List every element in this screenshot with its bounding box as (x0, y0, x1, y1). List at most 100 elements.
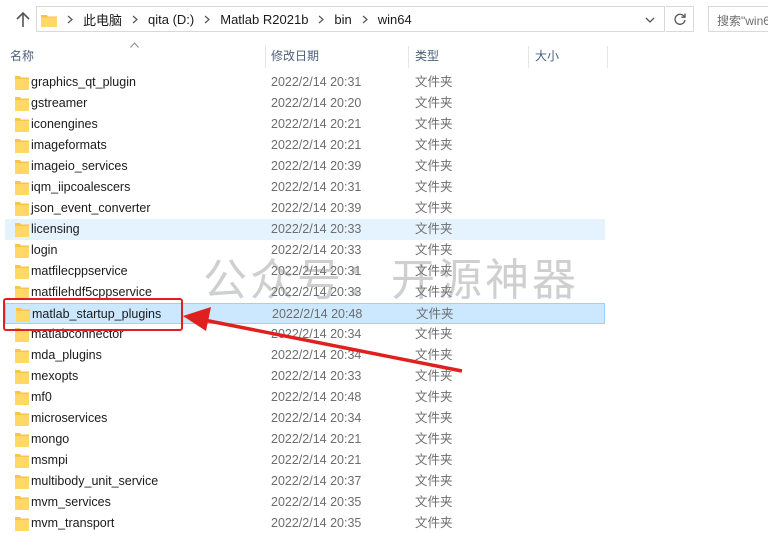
file-modified-date: 2022/2/14 20:35 (271, 516, 362, 530)
file-list-row[interactable]: microservices 2022/2/14 20:34 文件夹 (5, 408, 605, 429)
breadcrumb-item[interactable]: qita (D:) (142, 12, 200, 27)
file-name: iqm_iipcoalescers (31, 180, 131, 194)
file-list-row[interactable]: multibody_unit_service 2022/2/14 20:37 文件夹 (5, 471, 605, 492)
file-name: mda_plugins (31, 348, 102, 362)
file-list-row[interactable]: mf0 2022/2/14 20:48 文件夹 (5, 387, 605, 408)
file-name: json_event_converter (31, 201, 151, 215)
column-header-date[interactable]: 修改日期 (271, 42, 319, 70)
file-type: 文件夹 (415, 222, 453, 236)
chevron-right-icon[interactable] (358, 15, 372, 24)
breadcrumb-item[interactable]: bin (328, 12, 357, 27)
file-type: 文件夹 (415, 96, 453, 110)
refresh-icon[interactable] (666, 6, 694, 32)
file-list-row[interactable]: mongo 2022/2/14 20:21 文件夹 (5, 429, 605, 450)
file-list-row[interactable]: mvm_transport 2022/2/14 20:35 文件夹 (5, 513, 605, 534)
file-name: mvm_services (31, 495, 111, 509)
file-list-row[interactable]: mvm_services 2022/2/14 20:35 文件夹 (5, 492, 605, 513)
file-type: 文件夹 (415, 117, 453, 131)
file-type: 文件夹 (415, 495, 453, 509)
folder-icon (15, 223, 29, 237)
column-divider[interactable] (528, 46, 529, 68)
breadcrumb-item[interactable]: Matlab R2021b (214, 12, 314, 27)
folder-icon (15, 139, 29, 153)
file-list-row[interactable]: graphics_qt_plugin 2022/2/14 20:31 文件夹 (5, 72, 605, 93)
folder-icon (15, 244, 29, 258)
sort-ascending-icon (130, 42, 139, 48)
folder-icon (15, 475, 29, 489)
folder-icon (15, 160, 29, 174)
file-type: 文件夹 (415, 369, 453, 383)
file-type: 文件夹 (415, 516, 453, 530)
file-name: iconengines (31, 117, 98, 131)
file-name: licensing (31, 222, 80, 236)
file-modified-date: 2022/2/14 20:33 (271, 369, 362, 383)
file-list-row[interactable]: json_event_converter 2022/2/14 20:39 文件夹 (5, 198, 605, 219)
folder-icon (15, 118, 29, 132)
file-type: 文件夹 (415, 474, 453, 488)
file-list-row[interactable]: msmpi 2022/2/14 20:21 文件夹 (5, 450, 605, 471)
up-arrow-icon[interactable] (12, 9, 34, 31)
folder-icon (15, 76, 29, 90)
file-type: 文件夹 (415, 411, 453, 425)
file-list-row[interactable]: imageio_services 2022/2/14 20:39 文件夹 (5, 156, 605, 177)
file-modified-date: 2022/2/14 20:33 (271, 222, 362, 236)
chevron-right-icon[interactable] (314, 15, 328, 24)
folder-icon (15, 181, 29, 195)
chevron-right-icon[interactable] (128, 15, 142, 24)
folder-icon (41, 13, 57, 27)
file-modified-date: 2022/2/14 20:21 (271, 138, 362, 152)
folder-icon (15, 391, 29, 405)
file-modified-date: 2022/2/14 20:31 (271, 75, 362, 89)
folder-icon (15, 349, 29, 363)
column-divider[interactable] (408, 46, 409, 68)
file-name: matfilecppservice (31, 264, 128, 278)
file-list-row[interactable]: mda_plugins 2022/2/14 20:34 文件夹 (5, 345, 605, 366)
folder-icon (15, 412, 29, 426)
watermark-text: 公众号：开源神器 (203, 255, 579, 306)
file-type: 文件夹 (415, 327, 453, 341)
file-name: mongo (31, 432, 70, 446)
highlight-annotation-box (3, 298, 183, 331)
column-header: 名称 修改日期 类型 大小 (0, 42, 768, 70)
file-name: msmpi (31, 453, 68, 467)
breadcrumb: 此电脑 qita (D:) Matlab R2021b bin win64 (63, 10, 418, 29)
file-list-row[interactable]: licensing 2022/2/14 20:33 文件夹 (5, 219, 605, 240)
file-type: 文件夹 (415, 453, 453, 467)
file-list-row[interactable]: mexopts 2022/2/14 20:33 文件夹 (5, 366, 605, 387)
file-modified-date: 2022/2/14 20:35 (271, 495, 362, 509)
file-name: login (31, 243, 58, 257)
file-type: 文件夹 (415, 432, 453, 446)
file-type: 文件夹 (415, 201, 453, 215)
breadcrumb-item[interactable]: 此电脑 (77, 10, 128, 29)
file-name: multibody_unit_service (31, 474, 159, 488)
file-modified-date: 2022/2/14 20:34 (271, 411, 362, 425)
chevron-right-icon[interactable] (63, 15, 77, 24)
file-list-row[interactable]: iqm_iipcoalescers 2022/2/14 20:31 文件夹 (5, 177, 605, 198)
file-name: gstreamer (31, 96, 88, 110)
file-type: 文件夹 (415, 390, 453, 404)
file-list-row[interactable]: imageformats 2022/2/14 20:21 文件夹 (5, 135, 605, 156)
column-header-name[interactable]: 名称 (10, 42, 34, 70)
file-list-row[interactable]: iconengines 2022/2/14 20:21 文件夹 (5, 114, 605, 135)
file-list-row[interactable]: gstreamer 2022/2/14 20:20 文件夹 (5, 93, 605, 114)
column-header-type[interactable]: 类型 (415, 42, 439, 70)
breadcrumb-item[interactable]: win64 (372, 12, 418, 27)
file-name: mexopts (31, 369, 79, 383)
file-modified-date: 2022/2/14 20:37 (271, 474, 362, 488)
file-modified-date: 2022/2/14 20:21 (271, 453, 362, 467)
file-type: 文件夹 (415, 348, 453, 362)
chevron-right-icon[interactable] (200, 15, 214, 24)
column-header-size[interactable]: 大小 (535, 42, 559, 70)
column-divider[interactable] (607, 46, 608, 68)
chevron-down-icon[interactable] (644, 13, 656, 25)
file-type: 文件夹 (415, 180, 453, 194)
file-modified-date: 2022/2/14 20:39 (271, 159, 362, 173)
address-bar[interactable]: 此电脑 qita (D:) Matlab R2021b bin win64 (36, 6, 665, 32)
file-modified-date: 2022/2/14 20:21 (271, 432, 362, 446)
file-type: 文件夹 (415, 138, 453, 152)
folder-icon (15, 496, 29, 510)
folder-icon (15, 97, 29, 111)
column-divider[interactable] (265, 46, 266, 68)
search-input[interactable]: 搜索"win64" (708, 6, 768, 32)
folder-icon (15, 202, 29, 216)
